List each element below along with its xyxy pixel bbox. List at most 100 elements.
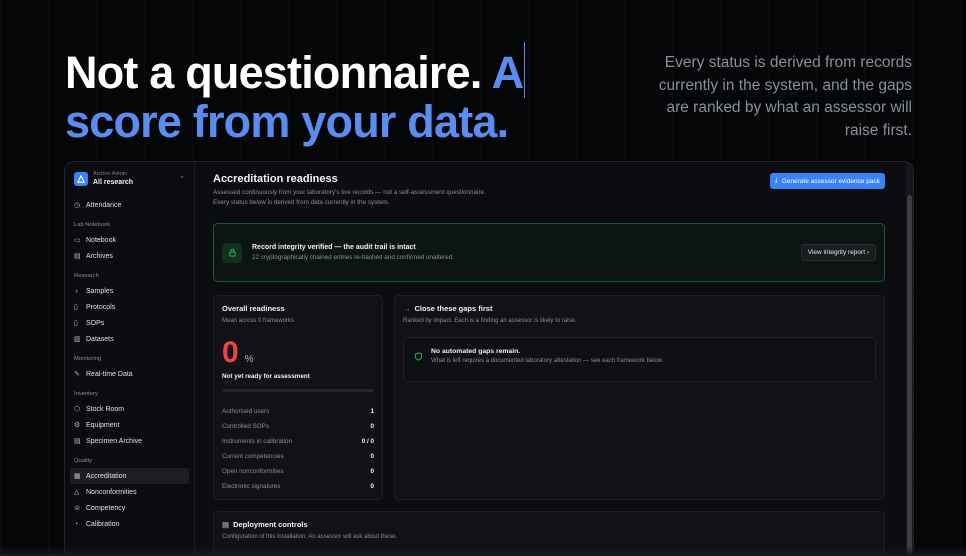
integrity-title: Record integrity verified — the audit tr… (252, 244, 416, 251)
sidebar-item-label: Competency (86, 504, 126, 512)
badge-icon: ▦ (74, 473, 81, 480)
box-icon: ⬡ (74, 406, 81, 413)
readiness-unit: % (244, 354, 254, 365)
stat-value: 0 (370, 483, 374, 490)
sidebar-item-protocols[interactable]: ▯ Protocols (70, 299, 189, 315)
archive-icon: ▤ (74, 253, 81, 260)
workspace-owner: Archon Admin (93, 171, 128, 177)
sidebar-section-title: Inventory (74, 391, 98, 397)
sidebar-item-equipment[interactable]: ⚙ Equipment (70, 417, 189, 433)
sidebar-item-label: Real-time Data (86, 370, 133, 378)
empty-gaps-subtitle: What is left requires a documented labor… (431, 358, 664, 364)
sidebar: Archon Admin All research ⌃ ◷ Attendance… (65, 162, 195, 556)
scrollbar-thumb[interactable] (907, 195, 912, 555)
graduation-icon: ♔ (74, 505, 81, 512)
hero-title: Not a questionnaire. A score from your d… (65, 42, 565, 146)
card-title: ▤ Deployment controls (222, 520, 876, 529)
wrench-icon: ⚙ (74, 422, 81, 429)
card-title: Overall readiness (222, 304, 285, 313)
stat-row: Authorised users 1 (222, 404, 374, 419)
stat-row: Instruments in calibration 0 / 0 (222, 434, 374, 449)
sidebar-item-label: Protocols (86, 303, 116, 311)
text-caret (524, 42, 526, 98)
bottom-fade (0, 546, 966, 556)
readiness-progress-bar (222, 389, 374, 392)
book-icon: ▭ (74, 237, 81, 244)
sidebar-item-notebook[interactable]: ▭ Notebook (70, 232, 189, 248)
generate-evidence-pack-button[interactable]: ⤓ Generate assessor evidence pack (769, 173, 885, 189)
integrity-banner: Record integrity verified — the audit tr… (213, 223, 885, 282)
shield-check-icon (414, 348, 423, 371)
sidebar-item-label: Samples (86, 287, 114, 295)
page-description: Assessed continuously from your laborato… (213, 189, 486, 196)
stat-label: Authorised users (222, 408, 270, 415)
sidebar-item-attendance[interactable]: ◷ Attendance (70, 197, 189, 213)
sidebar-item-label: Stock Room (86, 405, 125, 413)
readiness-score: 0 (222, 336, 239, 369)
gauge-icon: ◔ (74, 520, 79, 528)
sidebar-item-label: Attendance (86, 201, 122, 209)
stat-row: Controlled SOPs 0 (222, 419, 374, 434)
sidebar-item-datasets[interactable]: ▥ Datasets (70, 331, 189, 347)
sidebar-item-real-time-data[interactable]: ✎ Real-time Data (70, 366, 189, 382)
sidebar-item-sops[interactable]: ▯ SOPs (70, 315, 189, 331)
database-icon: ▥ (74, 336, 81, 343)
stat-value: 0 (370, 453, 374, 460)
sidebar-item-calibration[interactable]: ◔ Calibration (70, 516, 189, 532)
view-integrity-report-button[interactable]: View integrity report › (800, 244, 876, 261)
sidebar-item-label: Archives (86, 252, 113, 260)
sidebar-section-title: Research (74, 273, 99, 279)
sidebar-item-label: Specimen Archive (86, 437, 143, 445)
chevron-updown-icon: ⌃ (179, 176, 185, 183)
stat-label: Open nonconformities (222, 468, 284, 475)
app-window: Archon Admin All research ⌃ ◷ Attendance… (64, 161, 914, 556)
sidebar-section-title: Lab Notebook (74, 222, 111, 228)
integrity-subtitle: 22 cryptographically chained entries re-… (252, 254, 454, 261)
stat-value: 0 (370, 423, 374, 430)
sidebar-item-label: Datasets (86, 335, 114, 343)
workspace-logo-icon (74, 172, 88, 186)
flask-icon: ♁ (74, 287, 80, 295)
scrollbar[interactable] (906, 162, 913, 556)
empty-gaps-notice: No automated gaps remain. What is left r… (403, 337, 876, 382)
stat-row: Open nonconformities 0 (222, 464, 374, 479)
clock-icon: ◷ (74, 202, 81, 209)
sidebar-section-title: Quality (74, 458, 93, 464)
button-label: View integrity report (807, 249, 866, 256)
sidebar-item-nonconformities[interactable]: △ Nonconformities (70, 484, 189, 500)
sidebar-item-label: Accreditation (86, 472, 127, 480)
sidebar-section-title: Monitoring (74, 356, 102, 362)
sidebar-item-competency[interactable]: ♔ Competency (70, 500, 189, 516)
gaps-title: Close these gaps first (414, 304, 493, 313)
sidebar-item-label: Equipment (86, 421, 120, 429)
sidebar-item-stock-room[interactable]: ⬡ Stock Room (70, 401, 189, 417)
card-title: → Close these gaps first (403, 304, 876, 313)
archive-icon: ▤ (74, 438, 81, 445)
sidebar-item-specimen-archive[interactable]: ▤ Specimen Archive (70, 433, 189, 449)
readiness-status: Not yet ready for assessment (222, 373, 310, 380)
hero-title-main: Not a questionnaire. (65, 47, 482, 98)
stat-value: 0 / 0 (361, 438, 374, 445)
card-subtitle: Mean across 0 frameworks (222, 318, 295, 324)
hero-title-accent-2: score from your data. (65, 96, 509, 147)
deploy-title: Deployment controls (233, 520, 308, 529)
stat-label: Instruments in calibration (222, 438, 292, 445)
sidebar-item-accreditation[interactable]: ▦ Accreditation (70, 468, 189, 484)
document-icon: ▯ (74, 304, 78, 311)
page-title: Accreditation readiness (213, 173, 338, 185)
pen-icon: ✎ (74, 371, 80, 378)
sidebar-item-archives[interactable]: ▤ Archives (70, 248, 189, 264)
warning-icon: △ (74, 489, 80, 496)
workspace-switcher[interactable]: Archon Admin All research ⌃ (70, 169, 189, 197)
sidebar-item-label: SOPs (86, 319, 105, 327)
lock-icon (222, 242, 242, 263)
gaps-card: → Close these gaps first Ranked by impact… (394, 295, 885, 500)
button-label: Generate assessor evidence pack (781, 177, 880, 185)
sidebar-item-label: Notebook (86, 236, 116, 244)
stat-label: Current competencies (222, 453, 284, 460)
card-subtitle: Ranked by impact. Each is a finding an a… (403, 318, 577, 324)
hero-title-accent: A (491, 47, 524, 98)
stat-value: 0 (370, 468, 374, 475)
sidebar-item-samples[interactable]: ♁ Samples (70, 283, 189, 299)
overall-readiness-card: Overall readiness Mean across 0 framewor… (213, 295, 383, 500)
